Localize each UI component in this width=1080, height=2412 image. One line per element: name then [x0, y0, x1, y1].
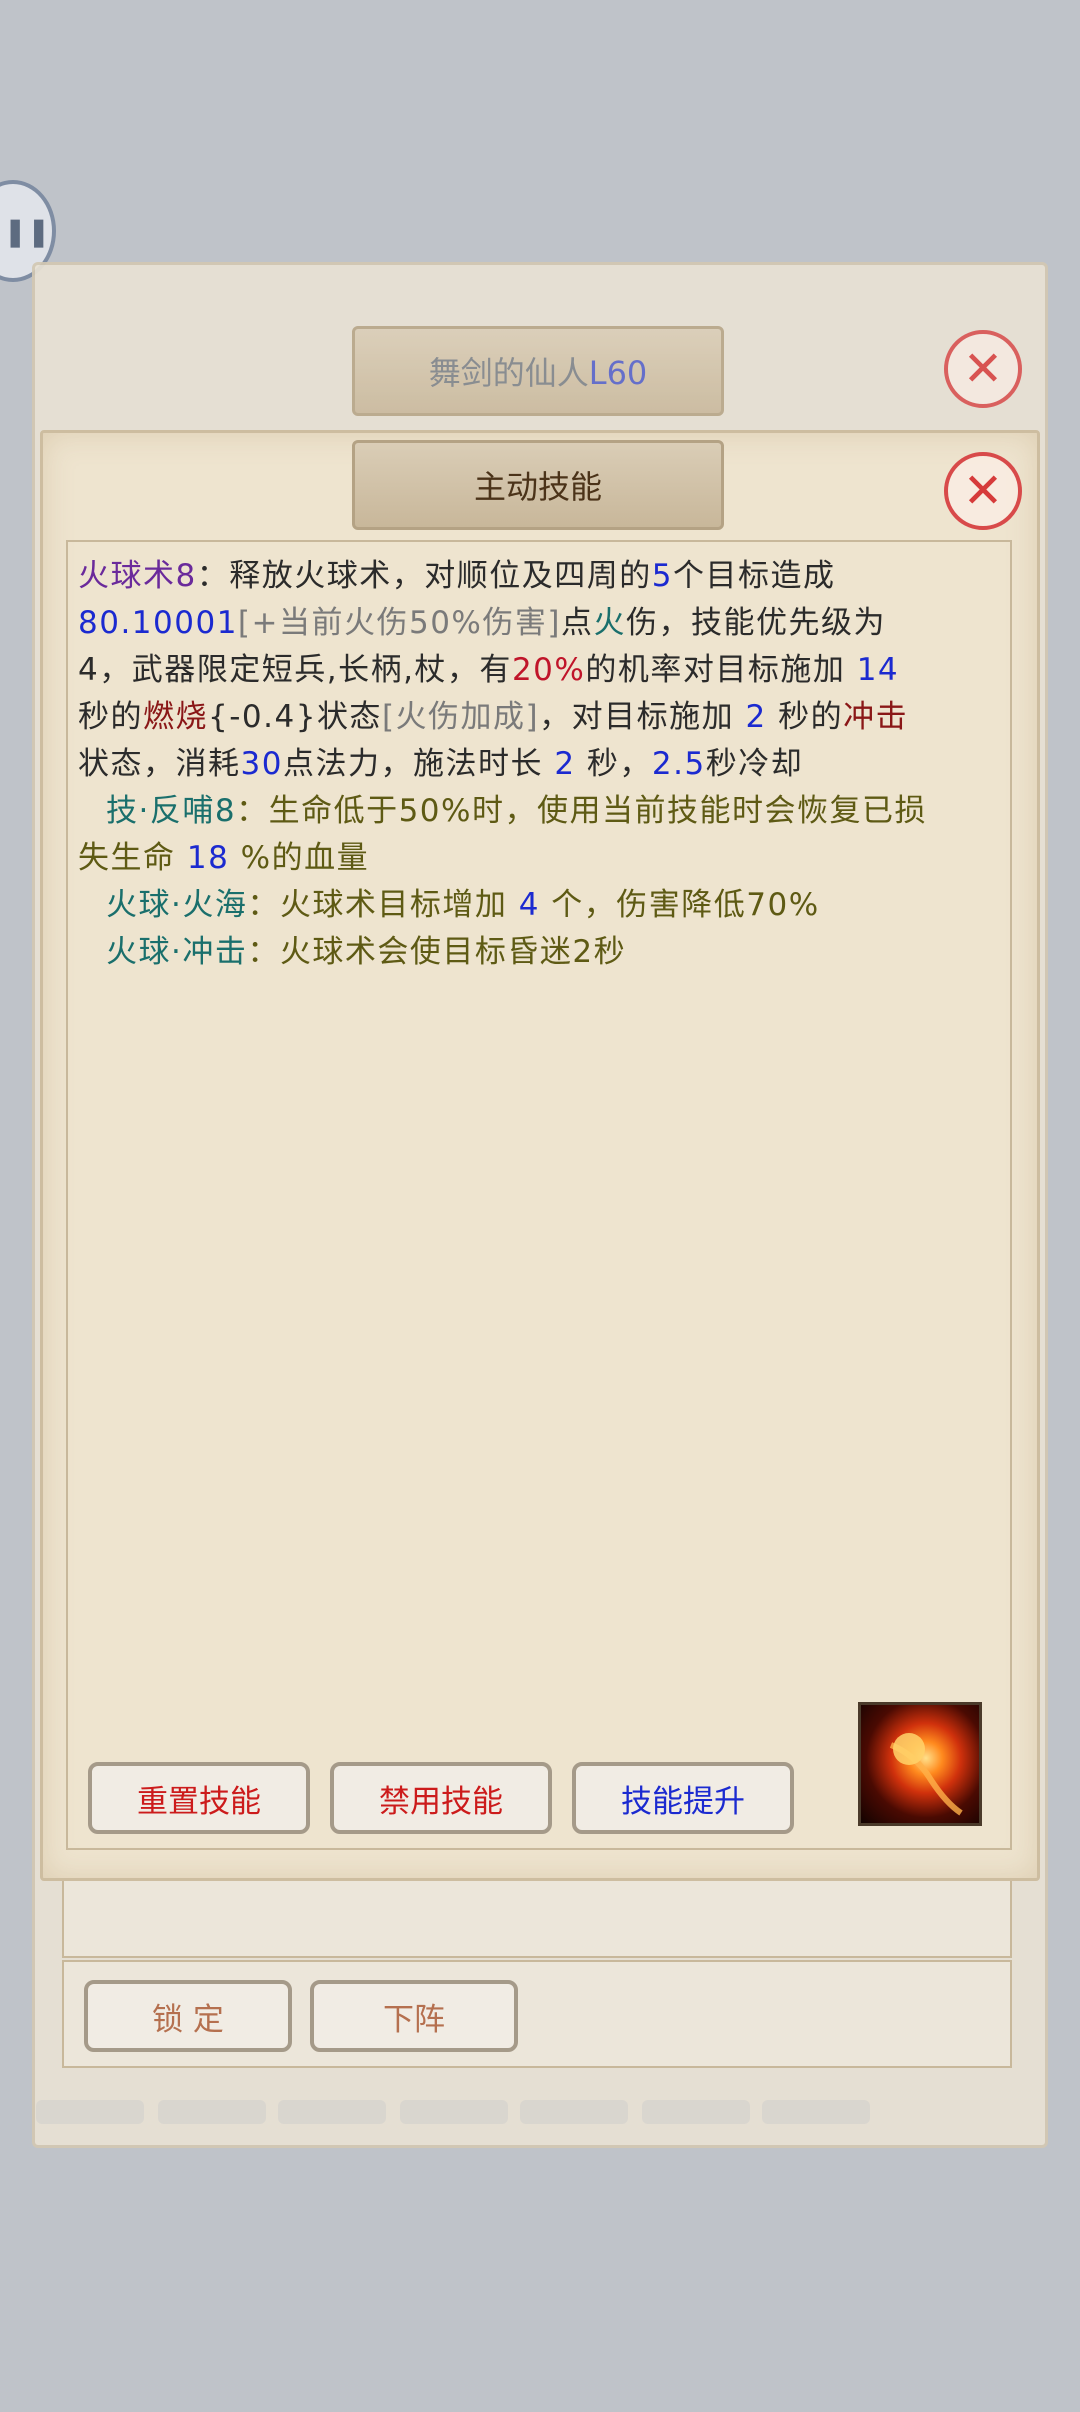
- desc-line-8: 火球·火海：火球术目标增加 4 个，伤害降低70%: [106, 887, 820, 923]
- outer-info-box: [62, 1878, 1012, 1958]
- bottom-tab-3[interactable]: [278, 2100, 386, 2124]
- skill-panel-title: 主动技能: [473, 468, 602, 506]
- desc-line-2: 80.10001[+当前火伤50%伤害]点火伤，技能优先级为: [78, 605, 886, 641]
- skill-content-frame: [66, 540, 1012, 1850]
- reset-skill-button[interactable]: 重置技能: [88, 1762, 310, 1834]
- close-icon: ✕: [962, 341, 1004, 397]
- desc-line-4: 秒的燃烧{-0.4}状态[火伤加成]，对目标施加 2 秒的冲击: [78, 699, 909, 735]
- outer-title: 舞剑的仙人: [428, 354, 589, 392]
- outer-level: L60: [588, 354, 648, 392]
- outer-close-button[interactable]: ✕: [944, 330, 1022, 408]
- bottom-tab-1[interactable]: [36, 2100, 144, 2124]
- close-icon: ✕: [962, 463, 1004, 519]
- bottom-tab-6[interactable]: [642, 2100, 750, 2124]
- skill-close-button[interactable]: ✕: [944, 452, 1022, 530]
- fireball-skill-icon[interactable]: [858, 1702, 982, 1826]
- bottom-tab-2[interactable]: [158, 2100, 266, 2124]
- desc-line-3: 4，武器限定短兵,长柄,杖，有20%的机率对目标施加 14: [78, 652, 900, 688]
- disable-skill-button[interactable]: 禁用技能: [330, 1762, 552, 1834]
- bench-button[interactable]: 下阵: [310, 1980, 518, 2052]
- desc-line-7: 失生命 18 %的血量: [78, 840, 370, 876]
- desc-line-9: 火球·冲击：火球术会使目标昏迷2秒: [106, 934, 627, 970]
- pause-icon: ❚❚: [3, 214, 51, 248]
- bottom-tab-4[interactable]: [400, 2100, 508, 2124]
- desc-line-1: 火球术8：释放火球术，对顺位及四周的5个目标造成: [78, 558, 836, 594]
- desc-line-6: 技·反哺8：生命低于50%时，使用当前技能时会恢复已损: [106, 793, 927, 829]
- bottom-tab-5[interactable]: [520, 2100, 628, 2124]
- upgrade-skill-button[interactable]: 技能提升: [572, 1762, 794, 1834]
- fireball-flame-icon: [889, 1733, 963, 1816]
- bottom-tab-7[interactable]: [762, 2100, 870, 2124]
- skill-title-plate: 主动技能: [352, 440, 724, 530]
- outer-title-plate: 舞剑的仙人L60: [352, 326, 724, 416]
- desc-line-5: 状态，消耗30点法力，施法时长 2 秒，2.5秒冷却: [78, 746, 804, 782]
- lock-button[interactable]: 锁 定: [84, 1980, 292, 2052]
